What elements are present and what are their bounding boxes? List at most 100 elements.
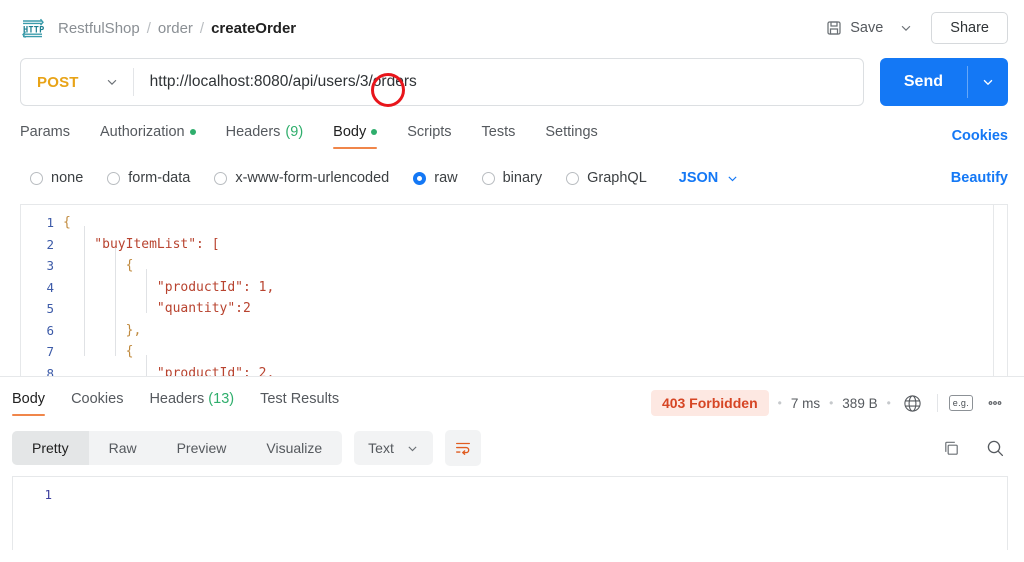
response-tab-headers-count: (13)	[208, 391, 234, 407]
breadcrumb-collection[interactable]: RestfulShop	[58, 20, 140, 37]
body-type-graphql[interactable]: GraphQL	[566, 170, 647, 186]
view-mode-raw[interactable]: Raw	[89, 431, 157, 465]
response-header: Body Cookies Headers (13) Test Results 4…	[0, 384, 1024, 422]
save-options-chevron-down-icon[interactable]	[891, 13, 921, 43]
line-number: 2	[21, 234, 54, 256]
view-mode-visualize[interactable]: Visualize	[246, 431, 342, 465]
raw-format-chevron-down-icon	[726, 172, 739, 185]
response-toolbar-actions	[938, 435, 1008, 461]
word-wrap-toggle-icon[interactable]	[445, 430, 481, 466]
request-body-editor[interactable]: 1 2 3 4 5 6 7 8 { "buyItemList": [ { "pr…	[20, 204, 1008, 376]
code-line: {	[63, 341, 1007, 363]
body-type-none[interactable]: none	[30, 170, 83, 186]
tab-settings[interactable]: Settings	[545, 124, 597, 149]
tab-params[interactable]: Params	[20, 124, 70, 149]
http-protocol-icon: HTTP	[20, 17, 46, 39]
meta-separator-dot-icon: •	[778, 396, 782, 410]
response-format-label: Text	[368, 440, 394, 456]
radio-raw-icon	[413, 172, 426, 185]
network-globe-icon[interactable]	[900, 390, 926, 416]
response-tab-body-label: Body	[12, 391, 45, 407]
response-size: 389 B	[842, 396, 877, 411]
code-line: {	[63, 255, 1007, 277]
response-code-area	[61, 477, 1007, 550]
raw-format-selector[interactable]: JSON	[679, 170, 740, 186]
line-number: 3	[21, 255, 54, 277]
response-line-numbers: 1	[13, 477, 61, 550]
body-type-binary[interactable]: binary	[482, 170, 543, 186]
response-format-selector[interactable]: Text	[354, 431, 433, 465]
tab-body[interactable]: Body	[333, 124, 377, 149]
breadcrumb-folder[interactable]: order	[158, 20, 193, 37]
radio-binary-icon	[482, 172, 495, 185]
more-options-icon[interactable]	[982, 390, 1008, 416]
tab-tests[interactable]: Tests	[482, 124, 516, 149]
response-tab-cookies[interactable]: Cookies	[71, 391, 123, 416]
editor-code-area[interactable]: { "buyItemList": [ { "productId": 1, "qu…	[63, 205, 1007, 376]
search-icon[interactable]	[982, 435, 1008, 461]
save-button[interactable]: Save	[818, 14, 891, 42]
response-tab-headers[interactable]: Headers (13)	[149, 391, 234, 416]
pane-divider[interactable]	[0, 376, 1024, 377]
code-line: "quantity":2	[63, 298, 1007, 320]
example-eg-icon[interactable]: e.g.	[949, 395, 973, 411]
response-toolbar: Pretty Raw Preview Visualize Text	[0, 428, 1024, 468]
editor-scrollbar[interactable]	[993, 205, 1007, 376]
authorization-status-dot-icon	[190, 129, 196, 135]
method-label: POST	[37, 74, 79, 91]
view-mode-pretty[interactable]: Pretty	[12, 431, 89, 465]
body-type-form-data[interactable]: form-data	[107, 170, 190, 186]
radio-none-icon	[30, 172, 43, 185]
tab-authorization[interactable]: Authorization	[100, 124, 196, 149]
tab-params-label: Params	[20, 124, 70, 140]
breadcrumb: RestfulShop / order / createOrder	[58, 20, 296, 37]
copy-icon[interactable]	[938, 435, 964, 461]
body-type-raw[interactable]: raw	[413, 170, 457, 186]
send-options-chevron-down-icon[interactable]	[968, 58, 1008, 106]
tab-headers-count: (9)	[285, 124, 303, 140]
save-label: Save	[850, 20, 883, 36]
beautify-link[interactable]: Beautify	[951, 170, 1008, 186]
meta-separator-dot-icon: •	[887, 396, 891, 410]
body-type-urlencoded-label: x-www-form-urlencoded	[235, 170, 389, 186]
response-body-viewer[interactable]: 1	[12, 476, 1008, 550]
response-tab-test-results-label: Test Results	[260, 391, 339, 407]
tab-settings-label: Settings	[545, 124, 597, 140]
tab-headers[interactable]: Headers (9)	[226, 124, 304, 149]
breadcrumb-request[interactable]: createOrder	[211, 20, 296, 37]
radio-graphql-icon	[566, 172, 579, 185]
view-mode-preview[interactable]: Preview	[157, 431, 247, 465]
code-line: },	[63, 320, 1007, 342]
share-button[interactable]: Share	[931, 12, 1008, 44]
meta-divider	[937, 394, 938, 412]
method-selector[interactable]: POST	[21, 59, 133, 105]
code-line: "productId": 2,	[63, 363, 1007, 377]
cookies-link[interactable]: Cookies	[952, 128, 1008, 144]
editor-line-numbers: 1 2 3 4 5 6 7 8	[21, 205, 63, 376]
tab-scripts-label: Scripts	[407, 124, 451, 140]
request-header: HTTP RestfulShop / order / createOrder	[0, 0, 1024, 56]
method-chevron-down-icon	[105, 75, 119, 89]
code-line: "buyItemList": [	[63, 234, 1007, 256]
tab-tests-label: Tests	[482, 124, 516, 140]
response-tab-cookies-label: Cookies	[71, 391, 123, 407]
line-number: 5	[21, 298, 54, 320]
send-button[interactable]: Send	[880, 58, 967, 106]
url-input[interactable]	[134, 59, 863, 105]
send-button-group: Send	[880, 58, 1008, 106]
response-meta: 403 Forbidden • 7 ms • 389 B • e.g.	[651, 390, 1008, 416]
body-status-dot-icon	[371, 129, 377, 135]
response-tab-headers-label: Headers	[149, 391, 204, 407]
body-type-raw-label: raw	[434, 170, 457, 186]
body-type-form-data-label: form-data	[128, 170, 190, 186]
status-badge: 403 Forbidden	[651, 390, 769, 416]
line-number: 6	[21, 320, 54, 342]
response-format-chevron-down-icon	[406, 442, 419, 455]
code-line: {	[63, 212, 1007, 234]
tab-scripts[interactable]: Scripts	[407, 124, 451, 149]
response-tab-body[interactable]: Body	[12, 391, 45, 416]
response-tab-test-results[interactable]: Test Results	[260, 391, 339, 416]
body-type-row: none form-data x-www-form-urlencoded raw…	[0, 164, 1024, 192]
line-number: 7	[21, 341, 54, 363]
body-type-urlencoded[interactable]: x-www-form-urlencoded	[214, 170, 389, 186]
